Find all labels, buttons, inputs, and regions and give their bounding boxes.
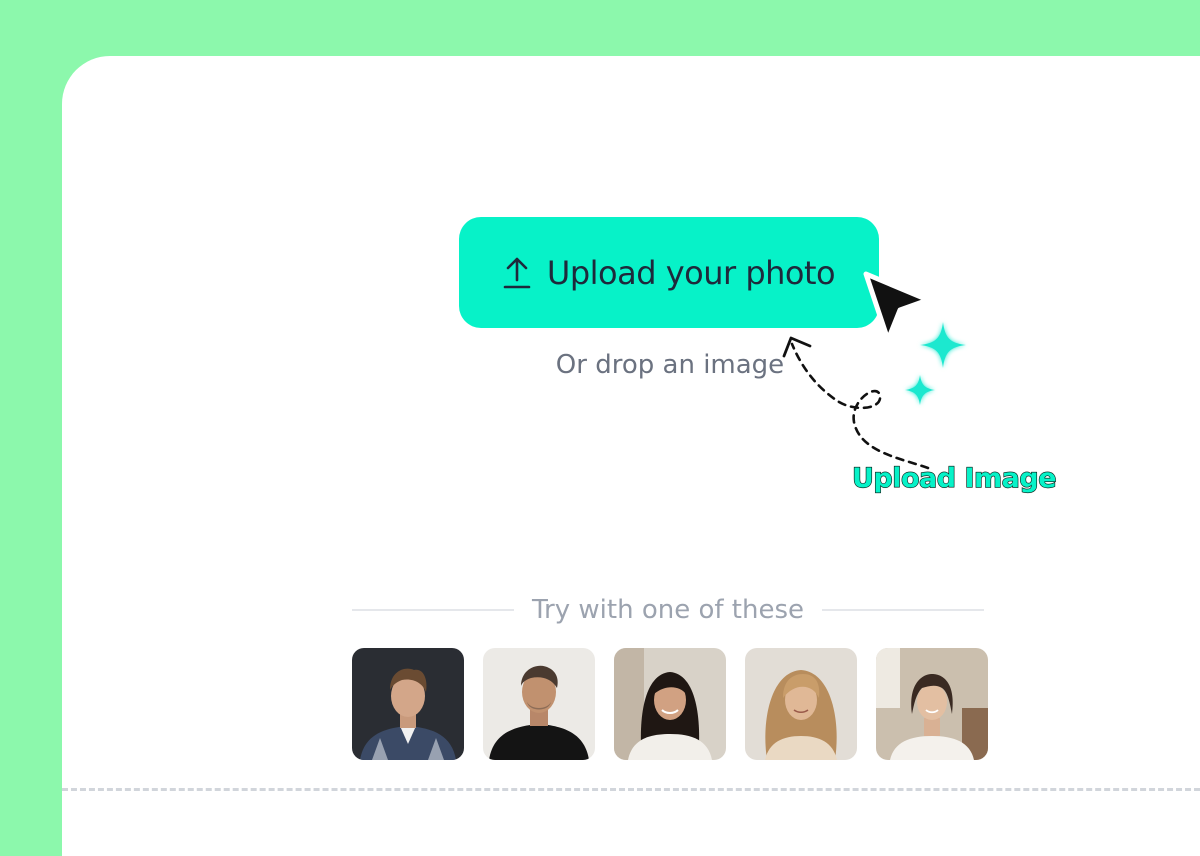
sample-photo-4[interactable] [745,648,857,760]
upload-image-annotation: Upload Image [851,462,1057,494]
sample-photo-3[interactable] [614,648,726,760]
sample-photos [352,648,988,760]
samples-heading: Try with one of these [532,595,805,625]
upload-button-label: Upload your photo [546,253,836,292]
drop-image-hint: Or drop an image [555,350,785,380]
annotation-arrow-icon [782,336,930,470]
divider-line [822,609,985,611]
upload-arrow-icon [503,257,531,288]
upload-photo-button[interactable]: Upload your photo [459,217,879,328]
sample-photo-1[interactable] [352,648,464,760]
sample-photo-5[interactable] [876,648,988,760]
samples-heading-row: Try with one of these [352,592,985,628]
dashed-divider [62,788,1200,791]
divider-line [352,609,514,611]
sample-photo-2[interactable] [483,648,595,760]
